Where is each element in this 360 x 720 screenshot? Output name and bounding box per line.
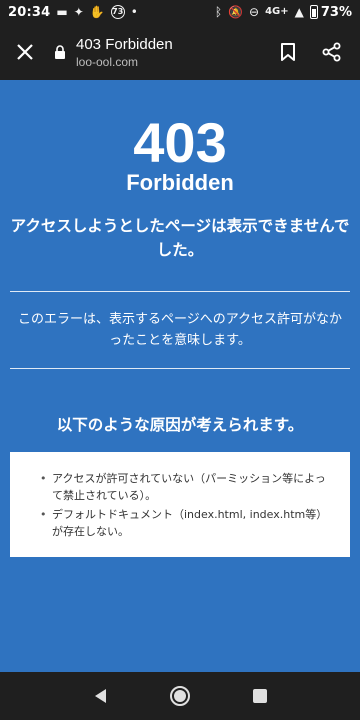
page-url: loo-ool.com: [76, 54, 139, 69]
home-icon: [170, 686, 190, 706]
error-lead-message: アクセスしようとしたページは表示できませんでした。: [10, 217, 350, 259]
back-icon: [95, 689, 106, 703]
message-notification-icon: ▬: [56, 5, 68, 19]
page-title: 403 Forbidden: [76, 35, 173, 53]
divider-top: [10, 291, 350, 292]
lock-icon: [54, 45, 66, 59]
title-area[interactable]: 403 Forbidden loo-ool.com: [76, 36, 276, 69]
battery-percent: 73%: [320, 4, 352, 20]
causes-heading: 以下のような原因が考えられます。: [56, 416, 304, 434]
back-button[interactable]: [86, 682, 114, 710]
divider-bottom: [10, 368, 350, 369]
cause-item: アクセスが許可されていない（パーミッション等によって禁止されている）。: [40, 470, 334, 504]
page-content: 403 Forbidden アクセスしようとしたページは表示できませんでした。 …: [0, 80, 360, 672]
network-type: 4G+: [265, 6, 289, 17]
hand-notification-icon: ✋: [89, 5, 105, 19]
close-button[interactable]: [14, 41, 36, 63]
more-notifications-dot-icon: •: [130, 5, 138, 19]
home-button[interactable]: [166, 682, 194, 710]
error-code: 403: [133, 111, 227, 174]
toolbar-actions: [276, 40, 344, 64]
browser-toolbar: 403 Forbidden loo-ool.com: [0, 24, 360, 80]
signal-icon: ▲: [294, 5, 304, 19]
system-navigation-bar: [0, 672, 360, 720]
status-left: 20:34 ▬ ✦ ✋ 73 •: [8, 5, 138, 20]
cause-item: デフォルトドキュメント（index.html, index.htm等）が存在しな…: [40, 506, 334, 540]
status-bar: 20:34 ▬ ✦ ✋ 73 • ᛒ 🔕 ⊖ 4G+ ▲ 73%: [0, 0, 360, 24]
close-icon: [17, 44, 33, 60]
status-right: ᛒ 🔕 ⊖ 4G+ ▲ 73%: [215, 5, 352, 20]
battery-indicator: 73%: [309, 4, 352, 20]
recents-button[interactable]: [246, 682, 274, 710]
share-icon: [322, 42, 341, 62]
bookmark-icon: [281, 43, 295, 61]
bluetooth-icon: ᛒ: [214, 5, 223, 19]
causes-box: アクセスが許可されていない（パーミッション等によって禁止されている）。 デフォル…: [10, 452, 350, 557]
status-time: 20:34: [8, 4, 51, 20]
share-button[interactable]: [320, 40, 344, 64]
error-explanation: このエラーは、表示するページへのアクセス許可がなかったことを意味します。: [17, 312, 343, 348]
bookmark-button[interactable]: [276, 40, 300, 64]
error-title: Forbidden: [126, 170, 234, 195]
bird-notification-icon: ✦: [73, 5, 84, 19]
recents-icon: [253, 689, 267, 703]
notification-badge: 73: [110, 5, 125, 19]
causes-list: アクセスが許可されていない（パーミッション等によって禁止されている）。 デフォル…: [40, 470, 334, 540]
do-not-disturb-icon: ⊖: [249, 5, 260, 19]
battery-icon: [309, 5, 318, 19]
mute-icon: 🔕: [228, 5, 244, 19]
